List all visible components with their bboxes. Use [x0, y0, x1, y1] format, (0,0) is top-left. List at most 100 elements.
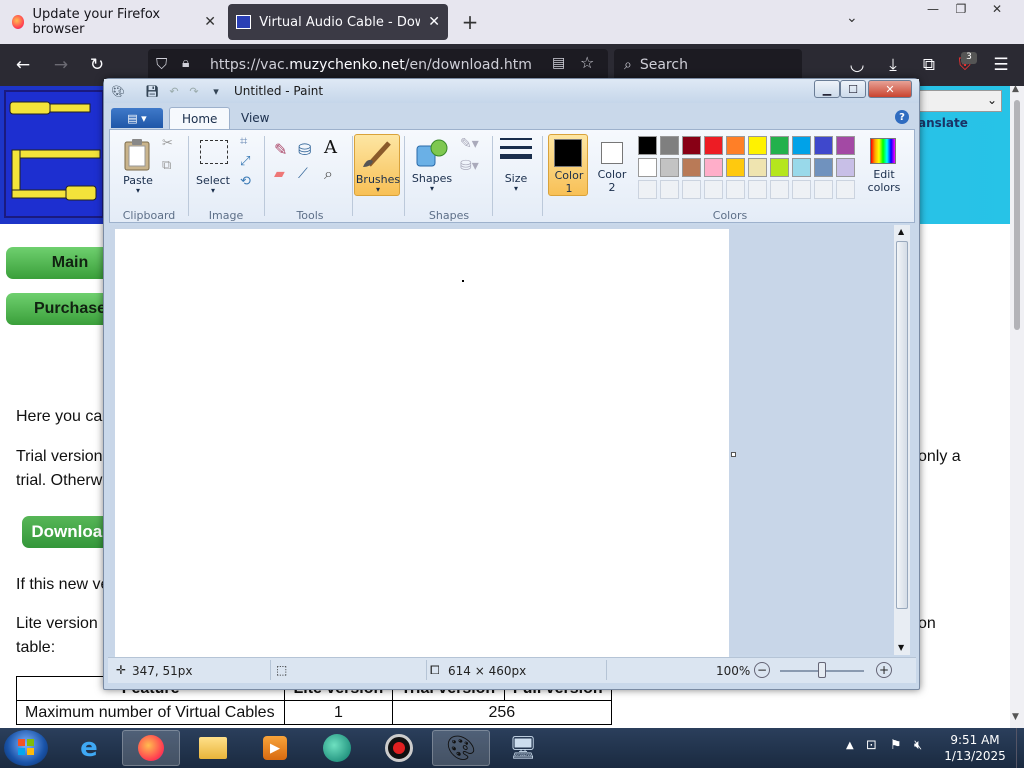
paint-window[interactable]: 🎨︎ 💾︎ ↶ ↷ ▾ Untitled - Paint ▁ ☐ ✕ ▤ ▾ H… [103, 78, 920, 690]
resize-icon[interactable]: ⤢ [240, 154, 250, 169]
volume-muted-icon[interactable]: 🔇︎ [914, 738, 922, 753]
magnifier-icon[interactable]: ⌕ [324, 164, 333, 184]
palette-swatch[interactable] [770, 136, 789, 155]
canvas-vertical-scrollbar[interactable]: ▲ ▼ [894, 225, 910, 655]
taskbar-file-explorer[interactable] [184, 730, 242, 766]
taskbar-internet-explorer[interactable]: e [60, 730, 118, 766]
scroll-up-icon[interactable]: ▲ [898, 227, 904, 236]
redo-icon[interactable]: ↷ [186, 83, 202, 99]
bookmark-star-icon[interactable]: ☆ [580, 53, 594, 72]
zoom-out-icon[interactable]: − [754, 662, 770, 678]
page-scrollbar[interactable]: ▲ ▼ [1010, 84, 1024, 728]
language-select[interactable]: ⌄ [918, 90, 1002, 112]
back-icon[interactable]: ← [10, 54, 36, 76]
palette-swatch[interactable] [660, 158, 679, 177]
copy-icon[interactable]: ⧉ [162, 158, 171, 173]
reader-view-icon[interactable]: ▤ [552, 55, 565, 71]
forward-icon[interactable]: → [48, 54, 74, 76]
outline-icon[interactable]: ✎▾ [460, 136, 479, 152]
palette-swatch[interactable] [770, 158, 789, 177]
url-bar[interactable]: ⛉ 🔒︎ https://vac. muzychenko.net/en/downl… [148, 49, 608, 81]
network-icon[interactable]: ⊡ [866, 738, 877, 753]
tab-view[interactable]: View [229, 107, 281, 129]
reload-icon[interactable]: ↻ [84, 54, 110, 76]
help-icon[interactable]: ? [895, 110, 909, 124]
taskbar-app-globe[interactable] [308, 730, 366, 766]
color-picker-icon[interactable]: ⟋ [298, 166, 308, 182]
restore-icon[interactable]: ❐ [946, 0, 976, 18]
palette-swatch[interactable] [836, 136, 855, 155]
palette-swatch[interactable] [638, 158, 657, 177]
undo-icon[interactable]: ↶ [166, 83, 182, 99]
size-button[interactable]: Size ▾ [496, 134, 536, 196]
edit-colors-button[interactable]: Edit colors [862, 134, 906, 196]
color2-button[interactable]: Color 2 [592, 134, 632, 196]
action-center-flag-icon[interactable]: ⚑ [890, 738, 902, 753]
paste-button[interactable]: Paste ▾ [120, 136, 156, 195]
close-window-icon[interactable]: ✕ [982, 0, 1012, 18]
customize-qat-icon[interactable]: ▾ [208, 83, 224, 99]
palette-swatch-empty[interactable] [836, 180, 855, 199]
taskbar-remote-desktop[interactable]: 🖥︎ [494, 730, 552, 766]
palette-swatch[interactable] [638, 136, 657, 155]
start-button[interactable] [4, 730, 48, 766]
text-tool-icon[interactable]: A [324, 137, 337, 158]
scroll-down-icon[interactable]: ▼ [1012, 712, 1019, 722]
palette-swatch-empty[interactable] [792, 180, 811, 199]
palette-swatch-empty[interactable] [814, 180, 833, 199]
minimize-icon[interactable]: — [918, 0, 948, 18]
color1-button[interactable]: Color 1 [548, 134, 588, 196]
downloads-icon[interactable]: ⤓ [880, 54, 906, 76]
palette-swatch[interactable] [682, 158, 701, 177]
palette-swatch-empty[interactable] [682, 180, 701, 199]
search-input[interactable]: ⌕ Search [614, 49, 802, 81]
taskbar-recorder[interactable] [370, 730, 428, 766]
palette-swatch[interactable] [814, 136, 833, 155]
cut-icon[interactable]: ✂ [162, 136, 173, 151]
lock-icon[interactable]: 🔒︎ [182, 55, 189, 71]
tab-home[interactable]: Home [169, 107, 231, 129]
tab-update-firefox[interactable]: Update your Firefox browser ✕ [4, 4, 224, 40]
palette-swatch[interactable] [660, 136, 679, 155]
palette-swatch[interactable] [792, 136, 811, 155]
pocket-icon[interactable]: ◡ [844, 54, 870, 76]
paint-maximize-button[interactable]: ☐ [840, 80, 866, 98]
scrollbar-thumb[interactable] [1014, 100, 1020, 330]
close-tab-icon[interactable]: ✕ [204, 14, 216, 30]
palette-swatch-empty[interactable] [770, 180, 789, 199]
paint-close-button[interactable]: ✕ [868, 80, 912, 98]
zoom-slider-thumb[interactable] [818, 662, 826, 678]
select-button[interactable]: Select ▾ [194, 136, 232, 195]
palette-swatch-empty[interactable] [660, 180, 679, 199]
new-tab-icon[interactable]: + [458, 8, 482, 36]
palette-swatch[interactable] [814, 158, 833, 177]
zoom-in-icon[interactable]: + [876, 662, 892, 678]
taskbar-media-player[interactable]: ▶ [246, 730, 304, 766]
palette-swatch[interactable] [682, 136, 701, 155]
crop-icon[interactable]: ⌗ [240, 134, 247, 149]
taskbar-clock[interactable]: 9:51 AM 1/13/2025 [940, 732, 1010, 764]
palette-swatch[interactable] [704, 136, 723, 155]
extensions-icon[interactable]: ⧉ [916, 54, 942, 76]
palette-swatch-empty[interactable] [638, 180, 657, 199]
rotate-icon[interactable]: ⟲ [240, 174, 251, 189]
scroll-down-icon[interactable]: ▼ [898, 643, 904, 652]
eraser-icon[interactable]: ▰ [274, 166, 285, 182]
canvas-resize-handle[interactable] [731, 452, 736, 457]
taskbar-paint[interactable]: 🎨︎ [432, 730, 490, 766]
palette-swatch[interactable] [748, 158, 767, 177]
tab-virtual-audio-cable[interactable]: Virtual Audio Cable - Downloa ✕ [228, 4, 448, 40]
palette-swatch[interactable] [726, 158, 745, 177]
palette-swatch[interactable] [836, 158, 855, 177]
list-all-tabs-icon[interactable]: ⌄ [846, 10, 858, 26]
save-icon[interactable]: 💾︎ [144, 83, 160, 99]
drawing-canvas[interactable] [115, 229, 729, 659]
translate-label[interactable]: anslate [918, 116, 968, 130]
scroll-up-icon[interactable]: ▲ [1012, 84, 1019, 94]
paint-minimize-button[interactable]: ▁ [814, 80, 840, 98]
brushes-button[interactable]: Brushes ▾ [354, 134, 400, 196]
palette-swatch-empty[interactable] [748, 180, 767, 199]
paint-title-bar[interactable]: 🎨︎ 💾︎ ↶ ↷ ▾ Untitled - Paint ▁ ☐ ✕ [104, 79, 919, 103]
paint-menu-button[interactable]: ▤ ▾ [111, 108, 163, 128]
palette-swatch[interactable] [726, 136, 745, 155]
